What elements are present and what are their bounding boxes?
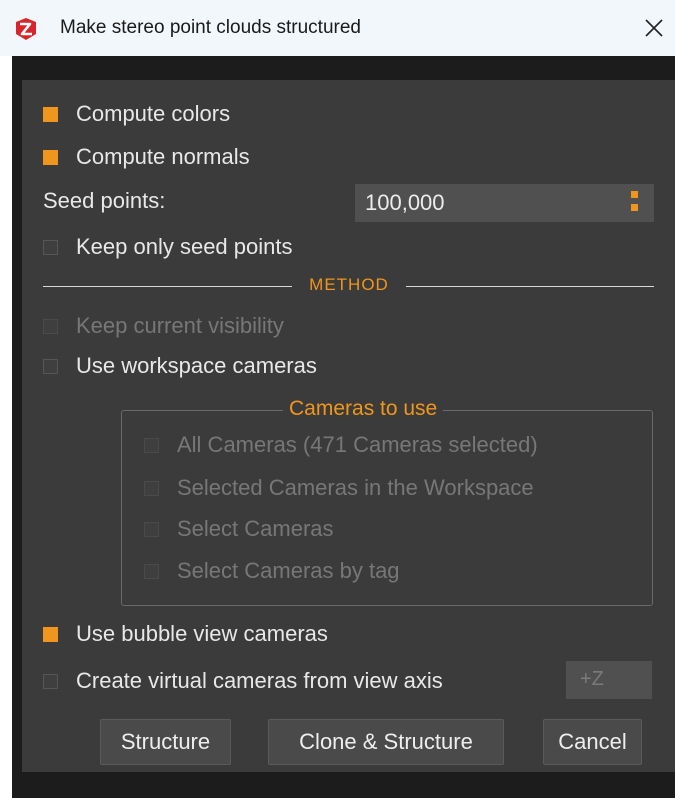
compute-colors-checkbox[interactable] xyxy=(43,106,58,122)
method-section-title: METHOD xyxy=(309,275,389,294)
use-workspace-cameras-checkbox[interactable] xyxy=(43,358,58,374)
title-bar: Make stereo point clouds structured xyxy=(0,0,675,56)
use-workspace-cameras-label: Use workspace cameras xyxy=(76,353,317,378)
select-cameras-checkbox xyxy=(144,521,159,537)
spin-up-icon[interactable] xyxy=(631,191,638,198)
virtual-cameras-label: Create virtual cameras from view axis xyxy=(76,668,443,693)
close-icon xyxy=(645,19,663,37)
virtual-cameras-option[interactable]: Create virtual cameras from view axis xyxy=(43,668,443,694)
keep-only-seed-checkbox[interactable] xyxy=(43,239,58,255)
compute-colors-label: Compute colors xyxy=(76,101,231,126)
selected-cameras-checkbox xyxy=(144,480,159,496)
all-cameras-label: All Cameras (471 Cameras selected) xyxy=(177,432,538,457)
select-cameras-by-tag-checkbox xyxy=(144,563,159,579)
spin-down-icon[interactable] xyxy=(631,204,638,211)
compute-normals-checkbox[interactable] xyxy=(43,149,58,165)
clone-structure-button[interactable]: Clone & Structure xyxy=(268,719,504,765)
select-cameras-option: Select Cameras xyxy=(144,516,334,542)
all-cameras-checkbox xyxy=(144,437,159,453)
select-cameras-label: Select Cameras xyxy=(177,516,334,541)
seed-points-input[interactable]: 100,000 xyxy=(355,184,654,222)
keep-only-seed-option[interactable]: Keep only seed points xyxy=(43,234,293,260)
bubble-view-cameras-checkbox[interactable] xyxy=(43,626,58,642)
compute-colors-option[interactable]: Compute colors xyxy=(43,101,230,127)
compute-normals-option[interactable]: Compute normals xyxy=(43,144,250,170)
keep-current-visibility-option: Keep current visibility xyxy=(43,313,284,339)
all-cameras-option: All Cameras (471 Cameras selected) xyxy=(144,432,538,458)
keep-current-visibility-label: Keep current visibility xyxy=(76,313,284,338)
method-separator-right xyxy=(406,286,654,287)
view-axis-field: +Z xyxy=(566,661,652,699)
close-button[interactable] xyxy=(636,8,672,48)
app-logo-icon xyxy=(14,17,38,41)
keep-current-visibility-checkbox xyxy=(43,318,58,334)
selected-cameras-label: Selected Cameras in the Workspace xyxy=(177,475,534,500)
cameras-to-use-title: Cameras to use xyxy=(283,397,444,421)
compute-normals-label: Compute normals xyxy=(76,144,250,169)
selected-cameras-option: Selected Cameras in the Workspace xyxy=(144,475,534,501)
use-workspace-cameras-option[interactable]: Use workspace cameras xyxy=(43,353,317,379)
seed-points-value: 100,000 xyxy=(365,190,445,215)
cancel-button[interactable]: Cancel xyxy=(543,719,642,765)
bubble-view-cameras-label: Use bubble view cameras xyxy=(76,621,328,646)
select-cameras-by-tag-label: Select Cameras by tag xyxy=(177,558,400,583)
method-separator-left xyxy=(43,286,292,287)
window-title: Make stereo point clouds structured xyxy=(60,17,361,38)
seed-points-label: Seed points: xyxy=(43,188,166,213)
bubble-view-cameras-option[interactable]: Use bubble view cameras xyxy=(43,621,328,647)
seed-points-spinner[interactable] xyxy=(631,191,638,215)
structure-button[interactable]: Structure xyxy=(100,719,231,765)
select-cameras-by-tag-option: Select Cameras by tag xyxy=(144,558,400,584)
virtual-cameras-checkbox[interactable] xyxy=(43,673,58,689)
keep-only-seed-label: Keep only seed points xyxy=(76,234,293,259)
